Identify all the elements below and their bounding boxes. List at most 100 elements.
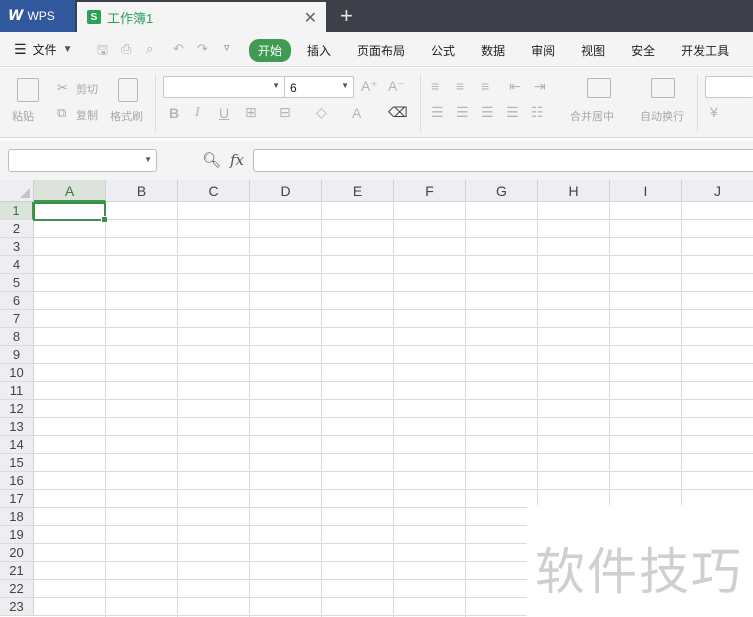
row-header-12[interactable]: 12	[0, 400, 34, 418]
print-preview-icon[interactable]: ⌕	[146, 41, 153, 57]
formula-input[interactable]	[253, 149, 753, 172]
column-header-i[interactable]: I	[610, 180, 682, 202]
column-header-b[interactable]: B	[106, 180, 178, 202]
row-header-6[interactable]: 6	[0, 292, 34, 310]
fill-color-icon[interactable]: ◇	[316, 104, 327, 121]
border-icon[interactable]: ⊞	[245, 104, 257, 121]
tab-page-layout[interactable]: 页面布局	[357, 39, 405, 62]
align-left-icon[interactable]: ☰	[431, 104, 444, 121]
tab-home[interactable]: 开始	[249, 39, 292, 62]
column-header-j[interactable]: J	[682, 180, 753, 202]
increase-indent-icon[interactable]: ⇥	[534, 78, 546, 95]
print-icon[interactable]: ⎙	[121, 41, 131, 57]
column-header-a[interactable]: A	[34, 180, 106, 202]
cut-label[interactable]: 剪切	[76, 81, 98, 97]
row-header-23[interactable]: 23	[0, 598, 34, 616]
merge-center-label[interactable]: 合并居中	[570, 108, 614, 124]
document-tab[interactable]: S 工作簿1 ✕	[77, 2, 326, 32]
row-header-3[interactable]: 3	[0, 238, 34, 256]
font-name-select[interactable]: ▼	[163, 76, 285, 98]
column-header-h[interactable]: H	[538, 180, 610, 202]
select-all-corner[interactable]	[0, 180, 34, 202]
grow-font-icon[interactable]: A⁺	[361, 78, 378, 95]
wrap-text-icon[interactable]	[651, 78, 675, 98]
paste-label[interactable]: 粘贴	[12, 108, 34, 124]
row-header-16[interactable]: 16	[0, 472, 34, 490]
row-header-9[interactable]: 9	[0, 346, 34, 364]
wps-home-tab[interactable]: W WPS	[0, 0, 75, 32]
tab-review[interactable]: 审阅	[531, 39, 555, 62]
decrease-indent-icon[interactable]: ⇤	[509, 78, 521, 95]
column-header-g[interactable]: G	[466, 180, 538, 202]
align-right-icon[interactable]: ☰	[481, 104, 494, 121]
column-header-c[interactable]: C	[178, 180, 250, 202]
row-header-19[interactable]: 19	[0, 526, 34, 544]
align-middle-icon[interactable]: ≡	[456, 78, 464, 94]
row-header-20[interactable]: 20	[0, 544, 34, 562]
save-icon[interactable]: 🖫	[97, 41, 108, 63]
row-header-8[interactable]: 8	[0, 328, 34, 346]
tab-view[interactable]: 视图	[581, 39, 605, 62]
italic-button[interactable]: I	[195, 105, 200, 121]
row-header-11[interactable]: 11	[0, 382, 34, 400]
font-color-icon[interactable]: A	[352, 105, 361, 121]
format-painter-icon[interactable]	[118, 78, 138, 102]
row-header-2[interactable]: 2	[0, 220, 34, 238]
row-header-7[interactable]: 7	[0, 310, 34, 328]
tab-security[interactable]: 安全	[631, 39, 655, 62]
row-header-21[interactable]: 21	[0, 562, 34, 580]
currency-icon[interactable]: ¥	[710, 104, 718, 120]
document-tab-label: 工作簿1	[107, 10, 154, 26]
insert-function-button[interactable]: fx	[230, 151, 244, 169]
shrink-font-icon[interactable]: A⁻	[388, 78, 405, 95]
row-header-22[interactable]: 22	[0, 580, 34, 598]
customize-toolbar-icon[interactable]: ▿	[224, 41, 230, 54]
row-header-10[interactable]: 10	[0, 364, 34, 382]
format-painter-label[interactable]: 格式刷	[110, 108, 143, 124]
active-cell-a1[interactable]	[33, 202, 108, 223]
row-header-4[interactable]: 4	[0, 256, 34, 274]
row-header-1[interactable]: 1	[0, 202, 34, 220]
clear-format-icon[interactable]: ⌫	[388, 104, 408, 121]
zoom-icon[interactable]: 🔍︎	[202, 151, 221, 169]
close-tab-icon[interactable]: ✕	[304, 8, 317, 28]
redo-icon[interactable]: ↷	[197, 41, 208, 57]
justify-icon[interactable]: ☰	[506, 104, 519, 121]
bold-button[interactable]: B	[169, 105, 179, 121]
new-tab-button[interactable]: +	[340, 3, 353, 29]
undo-icon[interactable]: ↶	[173, 41, 184, 57]
tab-data[interactable]: 数据	[481, 39, 505, 62]
row-header-5[interactable]: 5	[0, 274, 34, 292]
align-center-icon[interactable]: ☰	[456, 104, 469, 121]
gridline	[34, 435, 753, 436]
tab-developer[interactable]: 开发工具	[681, 39, 729, 62]
column-header-d[interactable]: D	[250, 180, 322, 202]
column-header-f[interactable]: F	[394, 180, 466, 202]
tab-insert[interactable]: 插入	[307, 39, 331, 62]
gridline	[34, 219, 753, 220]
copy-label[interactable]: 复制	[76, 107, 98, 123]
tab-formulas[interactable]: 公式	[431, 39, 455, 62]
number-format-select[interactable]	[705, 76, 753, 98]
row-header-14[interactable]: 14	[0, 436, 34, 454]
font-size-select[interactable]: 6 ▼	[284, 76, 354, 98]
align-bottom-icon[interactable]: ≡	[481, 78, 489, 94]
name-box[interactable]: ▼	[8, 149, 157, 172]
column-header-e[interactable]: E	[322, 180, 394, 202]
row-header-18[interactable]: 18	[0, 508, 34, 526]
row-header-13[interactable]: 13	[0, 418, 34, 436]
align-top-icon[interactable]: ≡	[431, 78, 439, 94]
scissors-icon: ✂	[57, 80, 68, 95]
ribbon-panel: 粘贴 ✂ 剪切 ⧉ 复制 格式刷 ▼ 6 ▼ A⁺ A⁻ B I U ⊞ ⊟ ◇…	[0, 68, 753, 138]
menu-bar: ☰ 文件 ▼ 🖫 ⎙ ⌕ ↶ ↷ ▿ 开始 插入 页面布局 公式 数据 审阅 视…	[0, 32, 753, 67]
row-header-17[interactable]: 17	[0, 490, 34, 508]
paste-icon[interactable]	[17, 78, 39, 102]
merge-center-icon[interactable]	[587, 78, 611, 98]
gridline	[34, 309, 753, 310]
fill-pattern-icon[interactable]: ⊟	[279, 104, 291, 121]
row-header-15[interactable]: 15	[0, 454, 34, 472]
wrap-text-label[interactable]: 自动换行	[640, 108, 684, 124]
underline-button[interactable]: U	[219, 105, 229, 121]
distributed-icon[interactable]: ☷	[531, 104, 544, 121]
file-menu[interactable]: ☰ 文件 ▼	[14, 41, 72, 58]
